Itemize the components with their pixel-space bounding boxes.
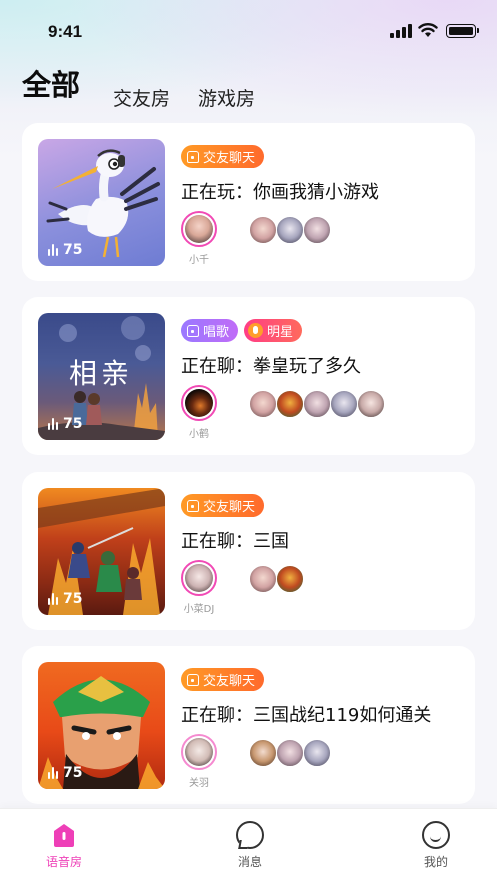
member-avatars[interactable] [249, 565, 304, 593]
cover-title-text: 相亲 [69, 357, 133, 390]
room-topic: 正在玩：你画我猜小游戏 [181, 182, 379, 203]
status-bar: 9:41 [0, 0, 497, 60]
avatar [249, 390, 277, 418]
room-cover-image: 75 [38, 488, 165, 615]
avatar [276, 390, 304, 418]
avatar [276, 739, 304, 767]
room-cover-image: 75 [38, 139, 165, 266]
listener-count: 75 [48, 591, 82, 607]
mic-icon [248, 323, 264, 338]
member-avatars[interactable] [249, 739, 331, 767]
host-avatar[interactable] [181, 560, 217, 596]
host-avatar[interactable] [181, 211, 217, 247]
sound-wave-icon [48, 244, 58, 256]
avatar [357, 390, 385, 418]
listener-count: 75 [48, 765, 82, 781]
avatar [249, 565, 277, 593]
wifi-icon [418, 23, 438, 37]
room-card[interactable]: 75 交友聊天 正在聊：三国战纪119如何通关 关羽 [22, 646, 475, 804]
sound-wave-icon [48, 593, 58, 605]
tab-game-rooms[interactable]: 游戏房 [198, 84, 255, 111]
room-topic: 正在聊：拳皇玩了多久 [181, 356, 361, 377]
profile-icon [422, 821, 450, 849]
home-icon [187, 150, 199, 163]
tab-all[interactable]: 全部 [22, 62, 80, 104]
room-tag-badge: 交友聊天 [181, 145, 265, 168]
room-card[interactable]: 75 交友聊天 正在玩：你画我猜小游戏 小千 [22, 123, 475, 281]
sound-wave-icon [48, 767, 58, 779]
message-icon [236, 821, 264, 849]
room-host[interactable]: 关羽 [181, 734, 217, 789]
nav-messages[interactable]: 消息 [220, 821, 280, 870]
room-host[interactable]: 小千 [181, 211, 217, 266]
avatar [249, 216, 277, 244]
room-category-tabs: 全部 交友房 游戏房 [22, 62, 482, 112]
host-name: 小千 [189, 255, 209, 266]
member-avatars[interactable] [249, 390, 385, 418]
avatar [330, 390, 358, 418]
avatar [276, 216, 304, 244]
voice-room-icon [50, 821, 78, 849]
member-avatars[interactable] [249, 216, 331, 244]
home-icon [187, 499, 199, 512]
home-icon [187, 673, 199, 686]
avatar [303, 739, 331, 767]
host-name: 小鹤 [189, 429, 209, 440]
bottom-navigation: 语音房 消息 我的 [0, 808, 497, 883]
listener-count: 75 [48, 416, 82, 432]
host-avatar[interactable] [181, 734, 217, 770]
room-topic: 正在聊：三国战纪119如何通关 [181, 705, 432, 726]
star-badge: 明星 [244, 319, 303, 342]
room-card[interactable]: 75 交友聊天 正在聊：三国 小菜DJ [22, 472, 475, 630]
status-time: 9:41 [48, 22, 83, 41]
room-card[interactable]: 相亲 75 唱歌 明星 正在聊：拳皇玩了多久 小鹤 [22, 297, 475, 455]
room-host[interactable]: 小菜DJ [181, 560, 217, 615]
room-topic: 正在聊：三国 [181, 531, 289, 552]
avatar [249, 739, 277, 767]
avatar [303, 216, 331, 244]
home-icon [187, 324, 199, 337]
host-avatar[interactable] [181, 385, 217, 421]
nav-voice-room[interactable]: 语音房 [34, 821, 94, 870]
avatar [276, 565, 304, 593]
host-name: 关羽 [189, 778, 209, 789]
sound-wave-icon [48, 418, 58, 430]
room-host[interactable]: 小鹤 [181, 385, 217, 440]
host-name: 小菜DJ [183, 604, 215, 615]
listener-count: 75 [48, 242, 82, 258]
room-cover-image: 75 [38, 662, 165, 789]
room-cover-image: 相亲 75 [38, 313, 165, 440]
battery-icon [446, 24, 479, 38]
room-tag-badge: 唱歌 [181, 319, 239, 342]
room-tag-badge: 交友聊天 [181, 668, 265, 691]
tab-friend-rooms[interactable]: 交友房 [113, 84, 170, 111]
room-tag-badge: 交友聊天 [181, 494, 265, 517]
avatar [303, 390, 331, 418]
cellular-signal-icon [390, 24, 412, 38]
nav-profile[interactable]: 我的 [406, 821, 466, 870]
